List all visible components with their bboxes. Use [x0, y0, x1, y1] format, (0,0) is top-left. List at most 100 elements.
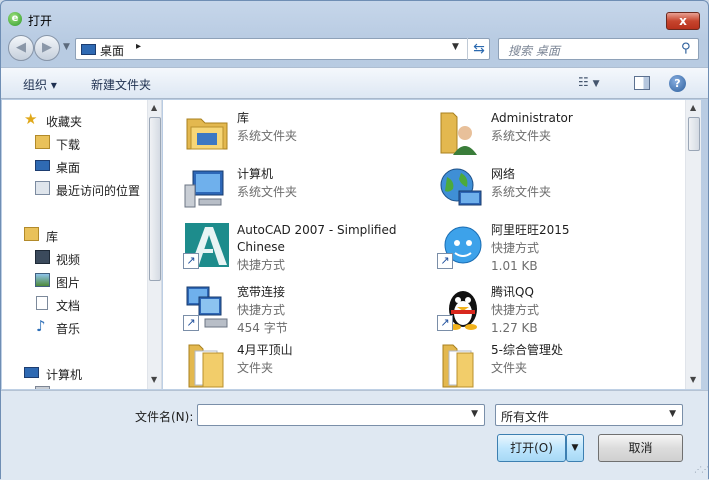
- forward-button[interactable]: ▶: [34, 35, 60, 61]
- title-bar[interactable]: e 打开 x: [1, 1, 708, 31]
- file-name: 宽带连接: [237, 285, 286, 299]
- nav-libraries[interactable]: 库: [2, 224, 148, 246]
- nav-item-downloads[interactable]: 下载: [2, 132, 148, 154]
- nav-item-music[interactable]: ♪ 音乐: [2, 316, 148, 338]
- new-folder-button[interactable]: 新建文件夹: [91, 76, 151, 93]
- file-item-library[interactable]: 库 系统文件夹: [183, 109, 433, 165]
- organize-menu-button[interactable]: 组织 ▾: [23, 76, 57, 93]
- nav-item-recent-places[interactable]: 最近访问的位置: [2, 178, 148, 200]
- file-type: 快捷方式: [491, 241, 540, 255]
- file-name: 库: [237, 111, 250, 125]
- qq-penguin-icon: ↗: [437, 283, 485, 331]
- filetype-value: 所有文件: [501, 410, 550, 424]
- computer-icon: [24, 367, 39, 378]
- scroll-thumb[interactable]: [149, 117, 161, 281]
- nav-pane-scrollbar[interactable]: ▲ ▼: [147, 100, 161, 389]
- folder-icon: [183, 341, 231, 389]
- file-type: 快捷方式: [237, 303, 286, 317]
- file-item-autocad[interactable]: ↗ AutoCAD 2007 - Simplified Chinese 快捷方式: [183, 221, 433, 281]
- pictures-icon: [35, 273, 50, 287]
- music-note-icon: ♪: [36, 317, 46, 335]
- refresh-button[interactable]: ⇆: [467, 38, 490, 60]
- nav-favorites[interactable]: ★ 收藏夹: [2, 109, 148, 131]
- file-type: 系统文件夹: [491, 185, 552, 199]
- open-button[interactable]: 打开(O): [497, 434, 566, 462]
- address-dropdown-icon[interactable]: ▼: [452, 42, 459, 52]
- close-button[interactable]: x: [666, 12, 700, 30]
- autocad-icon: ↗: [183, 221, 231, 269]
- file-type: 系统文件夹: [237, 129, 298, 143]
- nav-item-desktop[interactable]: 桌面: [2, 155, 148, 177]
- open-options-button[interactable]: ▼: [566, 434, 584, 462]
- nav-libraries-label: 库: [46, 230, 59, 244]
- file-item-broadband[interactable]: ↗ 宽带连接 快捷方式 454 字节: [183, 283, 433, 339]
- file-item-aliwangwang[interactable]: ↗ 阿里旺旺2015 快捷方式 1.01 KB: [437, 221, 685, 281]
- nav-item-label: 文档: [56, 299, 81, 313]
- recent-pages-dropdown[interactable]: ▼: [63, 42, 70, 52]
- file-pane-scrollbar[interactable]: ▲ ▼: [685, 100, 701, 389]
- address-location[interactable]: 桌面: [100, 42, 124, 59]
- document-icon: [36, 296, 48, 310]
- search-input[interactable]: 搜索 桌面: [508, 42, 560, 59]
- help-icon: ?: [674, 77, 681, 90]
- chevron-down-icon[interactable]: ▼: [669, 409, 676, 419]
- file-item-network[interactable]: 网络 系统文件夹: [437, 165, 685, 221]
- nav-item-drive[interactable]: [2, 383, 148, 389]
- library-folder-icon: [183, 109, 231, 157]
- file-list-pane: 库 系统文件夹 Administrator 系统文件夹 计算机 系统文件夹 网络…: [163, 100, 685, 389]
- scroll-up-icon[interactable]: ▲: [690, 103, 696, 112]
- help-button[interactable]: ?: [669, 75, 686, 92]
- nav-item-videos[interactable]: 视频: [2, 247, 148, 269]
- scroll-up-icon[interactable]: ▲: [151, 103, 157, 112]
- recent-places-icon: [35, 181, 50, 195]
- aliwangwang-icon: ↗: [437, 221, 485, 269]
- file-item-qq[interactable]: ↗ 腾讯QQ 快捷方式 1.27 KB: [437, 283, 685, 339]
- shortcut-arrow-icon: ↗: [437, 253, 453, 269]
- command-toolbar: 组织 ▾ 新建文件夹 ☷ ▼ ?: [1, 67, 708, 99]
- dialog-footer: 文件名(N): ▼ 所有文件 ▼ 打开(O) ▼ 取消 ⋰⋰: [1, 390, 709, 480]
- arrow-right-icon: ▶: [42, 40, 52, 55]
- filetype-select[interactable]: 所有文件 ▼: [495, 404, 683, 426]
- file-type: 快捷方式: [491, 303, 540, 317]
- nav-item-documents[interactable]: 文档: [2, 293, 148, 315]
- nav-item-label: 视频: [56, 253, 81, 267]
- app-icon: e: [8, 12, 22, 26]
- shortcut-arrow-icon: ↗: [437, 315, 453, 331]
- nav-computer[interactable]: 计算机: [2, 362, 148, 384]
- breadcrumb-chevron-icon[interactable]: ▸: [136, 41, 141, 52]
- file-item-folder-pingdingshan[interactable]: 4月平顶山 文件夹: [183, 341, 433, 389]
- scroll-thumb[interactable]: [688, 117, 700, 151]
- back-button[interactable]: ◀: [8, 35, 34, 61]
- search-icon[interactable]: ⚲: [681, 41, 691, 56]
- file-item-computer[interactable]: 计算机 系统文件夹: [183, 165, 433, 221]
- preview-pane-button[interactable]: [634, 76, 650, 90]
- file-size: 454 字节: [237, 321, 288, 335]
- arrow-left-icon: ◀: [16, 40, 26, 55]
- file-item-administrator[interactable]: Administrator 系统文件夹: [437, 109, 685, 165]
- nav-item-label: 桌面: [56, 161, 81, 175]
- cancel-button[interactable]: 取消: [598, 434, 683, 462]
- file-type: 文件夹: [491, 361, 528, 375]
- scroll-down-icon[interactable]: ▼: [151, 375, 157, 384]
- scroll-down-icon[interactable]: ▼: [690, 375, 696, 384]
- resize-grip-icon[interactable]: ⋰⋰: [694, 465, 709, 474]
- filename-input[interactable]: ▼: [197, 404, 485, 426]
- file-name: Administrator: [491, 111, 573, 125]
- downloads-folder-icon: [35, 135, 50, 149]
- file-type: 快捷方式: [237, 258, 286, 272]
- library-icon: [24, 227, 39, 241]
- file-item-folder-management[interactable]: 5-综合管理处 文件夹: [437, 341, 685, 389]
- shortcut-arrow-icon: ↗: [183, 253, 199, 269]
- desktop-icon: [35, 160, 50, 171]
- file-type: 文件夹: [237, 361, 274, 375]
- search-box[interactable]: 搜索 桌面 ⚲: [498, 38, 699, 60]
- file-name: AutoCAD 2007 - Simplified Chinese: [237, 223, 397, 254]
- change-view-button[interactable]: ☷ ▼: [578, 75, 608, 91]
- file-name: 网络: [491, 167, 516, 181]
- computer-icon: [183, 165, 231, 213]
- folder-icon: [437, 341, 485, 389]
- chevron-down-icon: ▼: [592, 79, 600, 89]
- filename-dropdown-icon[interactable]: ▼: [471, 409, 478, 419]
- address-bar[interactable]: 桌面 ▸ ▼ ⇆: [75, 38, 490, 60]
- nav-item-pictures[interactable]: 图片: [2, 270, 148, 292]
